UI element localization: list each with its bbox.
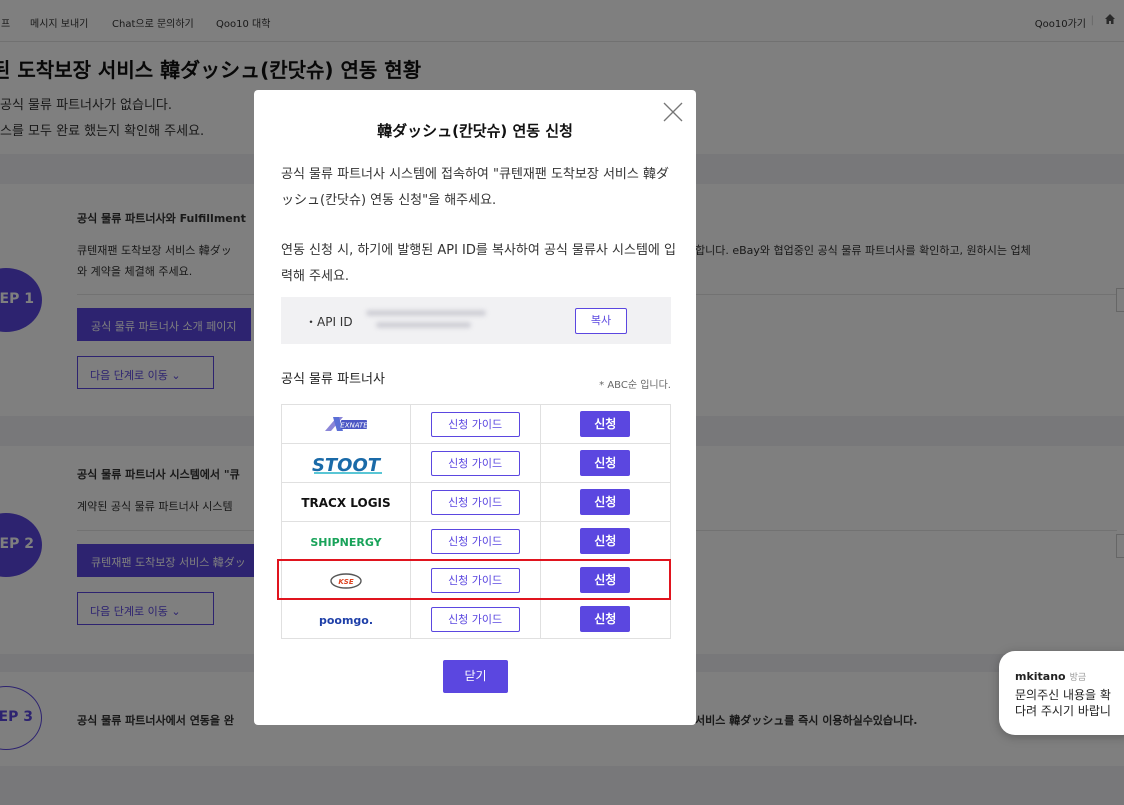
svg-text:SHIPNERGY: SHIPNERGY	[310, 536, 382, 549]
kse-guide-button[interactable]: 신청 가이드	[430, 567, 520, 593]
exnate-apply-button[interactable]: 신청	[580, 411, 631, 437]
tracx-logis-logo: TRACX LOGIS	[281, 482, 411, 522]
integration-request-modal: 韓ダッシュ(칸닷슈) 연동 신청 공식 물류 파트너사 시스템에 접속하여 "큐…	[254, 90, 696, 725]
partner-row-poomgo: poomgo. 신청 가이드 신청	[281, 599, 671, 639]
partners-heading: 공식 물류 파트너사	[281, 372, 385, 387]
partner-row-tracx-logis: TRACX LOGIS 신청 가이드 신청	[281, 482, 671, 522]
svg-text:EXNATE: EXNATE	[340, 422, 368, 430]
shipnergy-apply-button[interactable]: 신청	[580, 528, 631, 554]
stoot-guide-button[interactable]: 신청 가이드	[430, 450, 520, 476]
chat-username: mkitano	[1015, 670, 1066, 683]
partner-row-kse: KSE 신청 가이드 신청	[281, 560, 671, 600]
shipnergy-logo: SHIPNERGY	[281, 521, 411, 561]
svg-text:TRACX LOGIS: TRACX LOGIS	[301, 496, 390, 510]
chat-message-line-2: 다려 주시기 바랍니	[1015, 704, 1111, 718]
poomgo-logo: poomgo.	[281, 599, 411, 639]
tracx-guide-button[interactable]: 신청 가이드	[430, 489, 520, 515]
copy-button[interactable]: 복사	[575, 308, 627, 334]
api-id-value-redacted	[366, 305, 486, 335]
chat-time: 방금	[1069, 673, 1087, 683]
partner-row-stoot: STOOT 신청 가이드 신청	[281, 443, 671, 483]
stoot-apply-button[interactable]: 신청	[580, 450, 631, 476]
partner-row-exnate: EXNATE 신청 가이드 신청	[281, 404, 671, 444]
close-button[interactable]: 닫기	[443, 660, 508, 693]
poomgo-apply-button[interactable]: 신청	[580, 606, 631, 632]
svg-text:KSE: KSE	[338, 578, 353, 586]
tracx-apply-button[interactable]: 신청	[580, 489, 631, 515]
modal-instruction-2: 연동 신청 시, 하기에 발행된 API ID를 복사하여 공식 물류사 시스템…	[281, 243, 676, 284]
modal-title: 韓ダッシュ(칸닷슈) 연동 신청	[377, 122, 573, 140]
api-id-box: ・API ID 복사	[281, 297, 671, 344]
kse-logo: KSE	[281, 560, 411, 600]
partners-table: EXNATE 신청 가이드 신청 STOOT 신청 가이드 신청 TRACX L…	[281, 404, 671, 639]
stoot-logo: STOOT	[281, 443, 411, 483]
chat-notification[interactable]: mkitano 방금 문의주신 내용을 확 다려 주시기 바랍니	[999, 651, 1124, 735]
modal-instruction-1: 공식 물류 파트너사 시스템에 접속하여 "큐텐재팬 도착보장 서비스 韓ダッシ…	[281, 167, 669, 208]
kse-apply-button[interactable]: 신청	[580, 567, 631, 593]
shipnergy-guide-button[interactable]: 신청 가이드	[430, 528, 520, 554]
exnate-logo: EXNATE	[281, 404, 411, 444]
poomgo-guide-button[interactable]: 신청 가이드	[430, 606, 520, 632]
api-id-label: ・API ID	[305, 315, 353, 329]
svg-text:STOOT: STOOT	[312, 455, 382, 475]
chat-message-line-1: 문의주신 내용을 확	[1015, 688, 1111, 702]
exnate-guide-button[interactable]: 신청 가이드	[430, 411, 520, 437]
partners-sort-note: * ABC순 입니다.	[599, 380, 671, 391]
partner-row-shipnergy: SHIPNERGY 신청 가이드 신청	[281, 521, 671, 561]
svg-text:poomgo.: poomgo.	[319, 614, 373, 627]
